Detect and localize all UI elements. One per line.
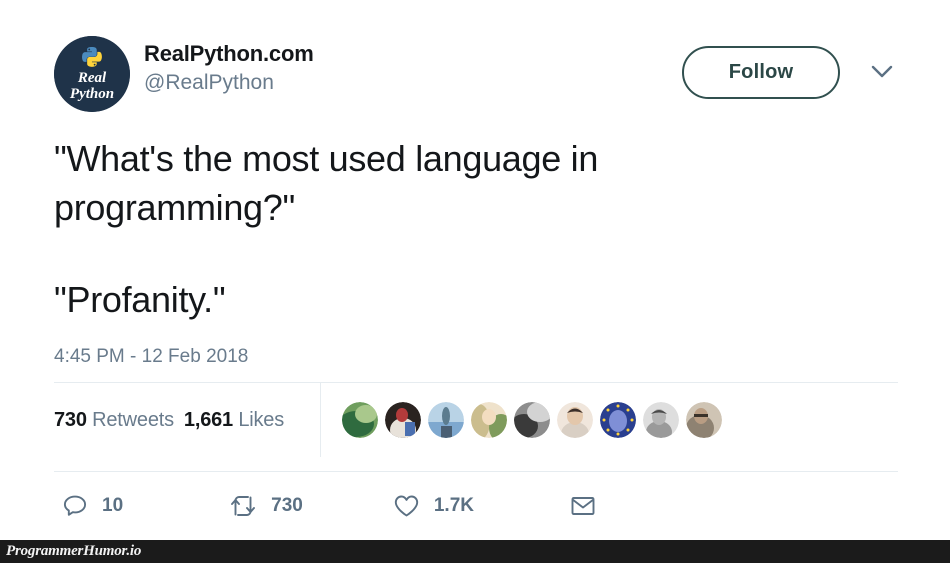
tweet-text-secondary: "Profanity." xyxy=(54,279,226,320)
retweet-icon xyxy=(231,496,256,516)
tweet-header: Real Python RealPython.com @RealPython F… xyxy=(54,30,898,112)
like-count: 1.7K xyxy=(433,495,474,516)
retweets-label[interactable]: Retweets xyxy=(92,409,174,431)
liker-avatar-3[interactable] xyxy=(428,402,464,438)
liker-avatar-5[interactable] xyxy=(514,402,550,438)
stats-counts: 730 Retweets 1,661 Likes xyxy=(54,409,320,432)
author-name[interactable]: RealPython.com xyxy=(144,40,314,68)
reply-icon xyxy=(63,495,87,516)
author-handle[interactable]: @RealPython xyxy=(144,69,314,97)
liker-avatar-8[interactable] xyxy=(643,402,679,438)
liker-avatar-7[interactable] xyxy=(600,402,636,438)
reply-action[interactable]: 10 xyxy=(62,493,123,519)
liker-avatar-1[interactable] xyxy=(342,402,378,438)
liker-avatar-2[interactable] xyxy=(385,402,421,438)
follow-button[interactable]: Follow xyxy=(682,46,840,99)
svg-text:Python: Python xyxy=(70,86,114,102)
retweet-count: 730 xyxy=(271,495,303,516)
real-python-logo-icon: Real Python xyxy=(54,36,130,112)
retweets-count[interactable]: 730 xyxy=(54,409,87,431)
tweet-options-button[interactable] xyxy=(866,58,898,86)
watermark-text: ProgrammerHumor.io xyxy=(6,543,142,559)
envelope-icon xyxy=(571,497,595,515)
tweet-timestamp[interactable]: 4:45 PM - 12 Feb 2018 xyxy=(54,346,898,368)
reply-count: 10 xyxy=(102,495,124,516)
message-action[interactable] xyxy=(570,494,610,518)
likes-label[interactable]: Likes xyxy=(238,409,284,431)
heart-icon xyxy=(394,495,418,517)
liker-facepile xyxy=(342,402,729,438)
tweet-screenshot: Real Python RealPython.com @RealPython F… xyxy=(0,0,950,563)
liker-avatar-9[interactable] xyxy=(686,402,722,438)
tweet-text-primary: "What's the most used language in progra… xyxy=(54,138,599,228)
avatar[interactable]: Real Python xyxy=(54,36,130,112)
stats-row: 730 Retweets 1,661 Likes xyxy=(54,383,898,457)
liker-avatar-6[interactable] xyxy=(557,402,593,438)
chevron-down-icon xyxy=(871,65,893,78)
like-action[interactable]: 1.7K xyxy=(393,493,474,519)
tweet-card: Real Python RealPython.com @RealPython F… xyxy=(54,30,898,534)
author-block: RealPython.com @RealPython xyxy=(144,40,314,97)
svg-text:Real: Real xyxy=(77,70,107,86)
liker-avatar-4[interactable] xyxy=(471,402,507,438)
watermark-bar: ProgrammerHumor.io xyxy=(0,540,950,563)
likes-count[interactable]: 1,661 xyxy=(184,409,233,431)
stats-vertical-divider xyxy=(320,383,321,457)
tweet-actions: 10 730 1.7K xyxy=(54,472,898,534)
retweet-action[interactable]: 730 xyxy=(229,493,303,519)
